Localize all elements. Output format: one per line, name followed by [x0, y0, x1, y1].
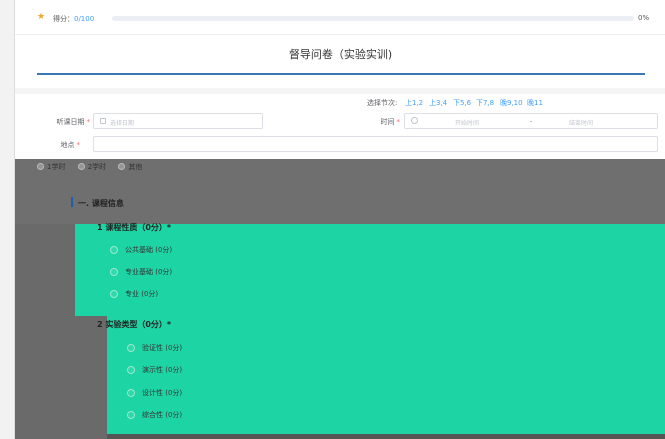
clock-icon [411, 117, 418, 124]
option-label: 演示性 (0分) [142, 366, 183, 374]
radio-icon [127, 344, 135, 352]
section-title: 一. 课程信息 [78, 199, 124, 208]
sessions-label: 选择节次: [367, 99, 398, 107]
radio-option[interactable]: 1学时 [37, 163, 65, 171]
end-time-placeholder: 结束时间 [569, 120, 594, 127]
radio-icon [77, 163, 85, 170]
option-label: 综合性 (0分) [142, 411, 183, 419]
location-label: 地点 * [60, 141, 81, 149]
radio-option[interactable]: 验证性 (0分) [127, 343, 182, 353]
option-label: 设计性 (0分) [142, 389, 183, 397]
overlay-edge [107, 434, 665, 439]
session-link-4[interactable]: 下7,8 [476, 98, 494, 108]
radio-option[interactable]: 其他 [118, 163, 142, 171]
radio-icon [118, 163, 126, 170]
overlay-region [107, 316, 665, 434]
option-label: 公共基础 (0分) [125, 246, 173, 254]
session-link-3[interactable]: 下5,6 [453, 98, 471, 108]
radio-icon [110, 268, 118, 276]
dimmed-block [15, 224, 75, 324]
start-time-placeholder: 开始时间 [455, 120, 480, 127]
location-input[interactable] [93, 136, 658, 152]
dimmed-block [15, 316, 107, 439]
divider [15, 34, 665, 35]
date-placeholder: 选择日期 [110, 120, 135, 127]
session-link-6[interactable]: 晚11 [527, 98, 543, 108]
score-bar: ★ 得分：0/100 0% [15, 0, 665, 34]
option-label: 专业 (0分) [125, 290, 159, 298]
radio-option[interactable]: 演示性 (0分) [127, 365, 182, 375]
time-range-input[interactable]: 开始时间 - 结束时间 [404, 113, 658, 129]
score-percent: 0% [638, 14, 650, 22]
score-label: 得分：0/100 [53, 15, 95, 23]
radio-option[interactable]: 公共基础 (0分) [110, 245, 172, 255]
title-underline [37, 73, 645, 75]
radio-icon [127, 411, 135, 419]
time-label: 时间 * [380, 118, 401, 126]
session-link-2[interactable]: 上3,4 [429, 98, 447, 108]
calendar-icon [100, 118, 106, 124]
date-label: 听课日期 * [56, 118, 91, 126]
radio-icon [110, 290, 118, 298]
radio-option[interactable]: 专业 (0分) [110, 289, 158, 299]
score-progress [112, 16, 634, 21]
option-label: 专业基础 (0分) [125, 268, 173, 276]
radio-option[interactable]: 设计性 (0分) [127, 388, 182, 398]
radio-option[interactable]: 2学时 [77, 163, 106, 171]
radio-icon [37, 163, 44, 170]
option-label: 验证性 (0分) [142, 344, 183, 352]
radio-option[interactable]: 专业基础 (0分) [110, 267, 172, 277]
date-input[interactable]: 选择日期 [93, 113, 263, 129]
survey-page: ★ 得分：0/100 0% 督导问卷（实验实训) 选择节次: 上1,2 上3,4… [14, 0, 665, 439]
range-separator: - [530, 118, 533, 125]
radio-option[interactable]: 综合性 (0分) [127, 410, 182, 420]
hours-options-row: 1学时 2学时 其他 [37, 162, 152, 172]
section-marker [71, 197, 73, 207]
session-link-1[interactable]: 上1,2 [405, 98, 423, 108]
page-title: 督导问卷（实验实训) [288, 48, 393, 61]
question-title: 2 实验类型（0分）* [97, 320, 172, 329]
question-title: 1 课程性质（0分）* [97, 223, 172, 232]
radio-icon [127, 366, 135, 374]
radio-icon [127, 389, 135, 397]
session-link-5[interactable]: 晚9,10 [500, 98, 523, 108]
radio-icon [110, 246, 118, 254]
star-icon: ★ [37, 12, 46, 22]
section-gap [15, 88, 665, 94]
score-value: 0/100 [74, 15, 95, 23]
